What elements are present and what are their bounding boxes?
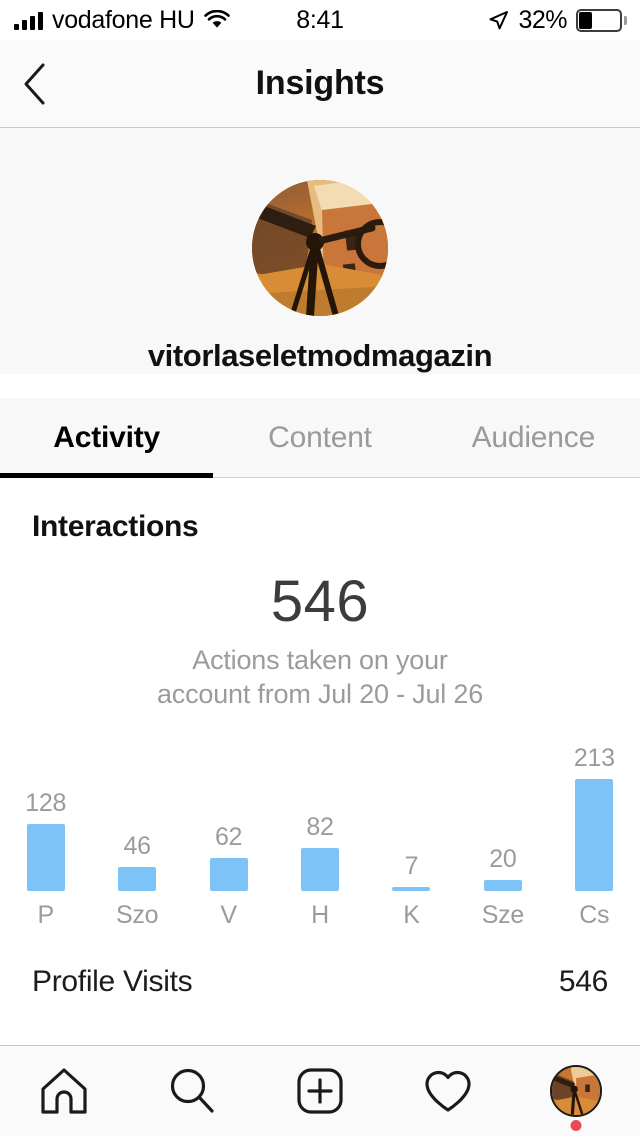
chart-column: 213 Cs [549,738,640,928]
status-bar: vodafone HU 8:41 32% [0,0,640,40]
avatar[interactable] [252,180,388,316]
insights-tabs: Activity Content Audience [0,398,640,478]
tab-activity-label: Activity [53,421,160,455]
bar-value-label: 213 [574,746,615,771]
metric-row-profile-visits[interactable]: Profile Visits 546 [0,942,640,1022]
interactions-summary: 546 Actions taken on your account from J… [0,572,640,712]
tab-activity[interactable]: Activity [0,398,213,477]
profile-header: vitorlaseletmodmagazin [0,128,640,374]
notification-dot [571,1120,582,1131]
bar-category-label: P [38,903,54,928]
bar-value-label: 62 [215,825,242,850]
tab-audience-label: Audience [472,421,596,455]
bar-value-label: 82 [306,815,333,840]
tab-content-label: Content [268,421,372,455]
bar-category-label: V [220,903,236,928]
bottom-nav-activity[interactable] [384,1046,512,1137]
bar-category-label: Sze [482,903,524,928]
metric-value: 546 [559,965,608,999]
bar-value-label: 7 [405,854,419,879]
bottom-nav-search[interactable] [128,1046,256,1137]
carrier-label: vodafone HU [52,6,195,35]
profile-avatar-icon [550,1065,602,1117]
tab-content[interactable]: Content [213,398,426,477]
bar-value-label: 128 [25,791,66,816]
battery-icon [576,9,622,32]
search-icon [166,1065,218,1117]
chart-bar [301,848,339,891]
interactions-total: 546 [0,572,640,633]
navigation-bar: Insights [0,40,640,128]
location-arrow-icon [488,10,509,31]
status-bar-right: 32% [488,6,622,35]
add-post-icon [294,1065,346,1117]
chevron-left-icon [22,62,48,106]
bottom-nav-home[interactable] [0,1046,128,1137]
chart-bar [210,858,248,891]
profile-username: vitorlaseletmodmagazin [148,338,492,374]
signal-bars-icon [14,10,43,30]
chart-bar [575,779,613,891]
interactions-subtitle: Actions taken on your account from Jul 2… [0,643,640,712]
metric-label: Profile Visits [32,965,192,999]
home-icon [38,1065,90,1117]
chart-column: 20 Sze [457,738,548,928]
bottom-nav-profile[interactable] [512,1046,640,1137]
tab-audience[interactable]: Audience [427,398,640,477]
chart-bar [118,867,156,891]
interactions-section-title: Interactions [0,478,640,544]
battery-percent-label: 32% [518,6,567,35]
bar-value-label: 46 [124,834,151,859]
chart-column: 82 H [274,738,365,928]
activity-panel: Interactions 546 Actions taken on your a… [0,478,640,1022]
chart-bar [484,880,522,891]
bottom-nav-add-post[interactable] [256,1046,384,1137]
page-title: Insights [0,64,640,103]
chart-bar [27,824,65,891]
bar-category-label: Cs [579,903,609,928]
back-button[interactable] [0,40,70,128]
bar-category-label: H [311,903,329,928]
chart-column: 46 Szo [91,738,182,928]
status-bar-left: vodafone HU [14,6,230,35]
chart-bar [392,887,430,891]
interactions-subtitle-line2: account from Jul 20 - Jul 26 [157,679,483,709]
chart-column: 128 P [0,738,91,928]
wifi-icon [204,10,230,30]
bar-category-label: Szo [116,903,158,928]
heart-icon [422,1065,474,1117]
bar-value-label: 20 [489,847,516,872]
interactions-subtitle-line1: Actions taken on your [192,645,447,675]
chart-column: 62 V [183,738,274,928]
interactions-bar-chart: 128P46Szo62V82H7K20Sze213Cs [0,738,640,928]
bottom-tab-bar [0,1045,640,1136]
chart-column: 7K [366,738,457,928]
bar-category-label: K [403,903,419,928]
